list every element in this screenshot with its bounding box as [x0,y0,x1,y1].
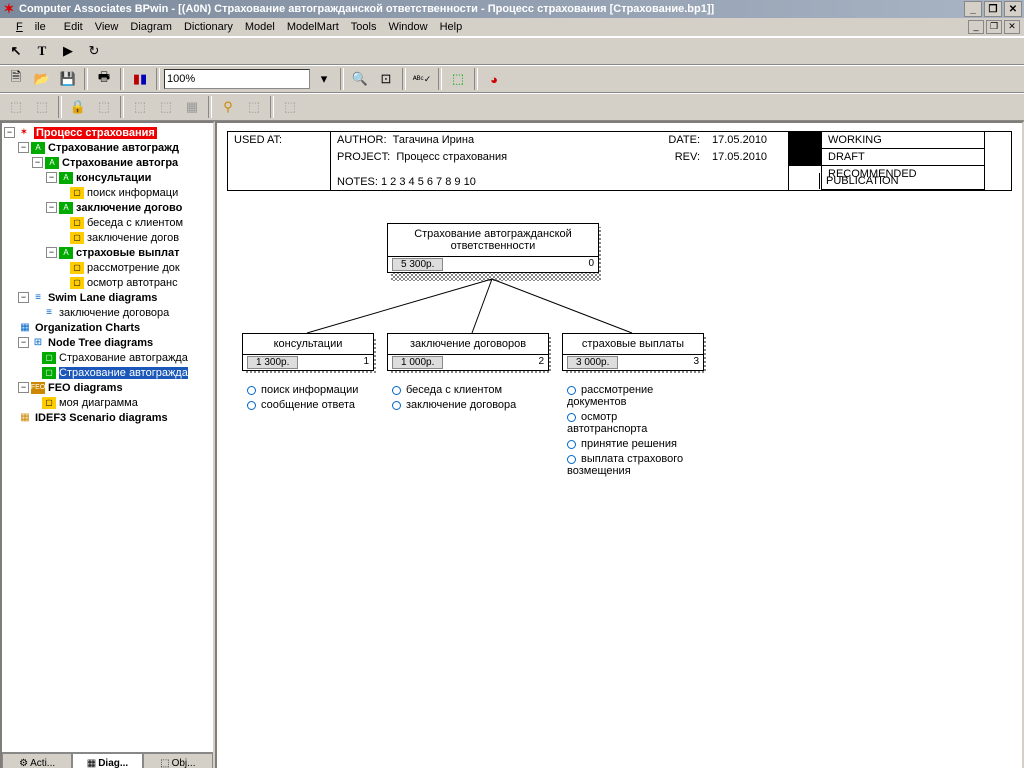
close-button[interactable]: ✕ [1004,1,1022,17]
menu-dictionary[interactable]: Dictionary [178,20,239,34]
toolbar-2: 🗎 📂 💾 🖶 ▮▮ ▾ 🔍 ⊡ ᴬᴮᶜ✓ ⬚ ◕ [0,65,1024,93]
menu-view[interactable]: View [89,20,125,34]
tab-objects[interactable]: ⬚Obj... [143,753,213,768]
properties-icon[interactable]: ◕ [482,67,506,91]
menu-file[interactable]: File [4,20,58,34]
save-icon[interactable]: 💾 [56,67,80,91]
tb3-4[interactable]: ⬚ [92,95,116,119]
refresh-icon[interactable]: ↻ [82,39,106,63]
tree-item-selected[interactable]: Страхование автогражда [59,367,188,379]
app-icon: ✶ [2,2,16,16]
idef-header: USED AT: AUTHOR: Тагачина Ирина DATE:17.… [227,131,1012,191]
mdi-restore[interactable]: ❐ [986,20,1002,34]
toolbar-3: ⬚ ⬚ 🔒 ⬚ ⬚ ⬚ ▦ ⚲ ⬚ ⬚ [0,93,1024,121]
tree-item[interactable]: Страхование автогра [62,157,178,169]
tb3-7[interactable]: ▦ [180,95,204,119]
tree-item[interactable]: FEO diagrams [48,382,123,394]
tree-root[interactable]: Процесс страхования [34,127,157,139]
tree-item[interactable]: страховые выплат [76,247,180,259]
tab-diagrams[interactable]: ▦Diag... [72,753,142,768]
tab-activities[interactable]: ⚙Acti... [2,753,72,768]
tree-item[interactable]: консультации [76,172,151,184]
tb3-9[interactable]: ⬚ [242,95,266,119]
tree-item[interactable]: заключение догов [87,232,179,244]
print-icon[interactable]: 🖶 [92,67,116,91]
zoom-fit-icon[interactable]: ⊡ [374,67,398,91]
mdi-minimize[interactable]: _ [968,20,984,34]
menu-help[interactable]: Help [434,20,469,34]
menu-bar: File Edit View Diagram Dictionary Model … [0,18,1024,37]
bullets-1: поиск информациисообщение ответа [247,381,387,414]
child-node-3[interactable]: страховые выплаты 3 000р.3 [562,333,704,371]
spellcheck-icon[interactable]: ᴬᴮᶜ✓ [410,67,434,91]
tree-item[interactable]: беседа с клиентом [87,217,183,229]
tb3-2[interactable]: ⬚ [30,95,54,119]
lock-icon[interactable]: 🔒 [66,95,90,119]
tree-item[interactable]: рассмотрение док [87,262,180,274]
open-icon[interactable]: 📂 [30,67,54,91]
tree-item[interactable]: моя диаграмма [59,397,138,409]
used-at-label: USED AT: [228,132,331,190]
window-titlebar: ✶ Computer Associates BPwin - [(A0N) Стр… [0,0,1024,18]
model-explorer: −✶Процесс страхования −AСтрахование авто… [0,121,215,768]
maximize-button[interactable]: ❐ [984,1,1002,17]
menu-window[interactable]: Window [382,20,433,34]
tb3-5[interactable]: ⬚ [128,95,152,119]
tree-item[interactable]: осмотр автотранс [87,277,178,289]
tb3-8[interactable]: ⚲ [216,95,240,119]
window-title: Computer Associates BPwin - [(A0N) Страх… [19,3,714,15]
tree-item[interactable]: Organization Charts [35,322,140,334]
tree-view[interactable]: −✶Процесс страхования −AСтрахование авто… [2,123,213,752]
model-explorer-icon[interactable]: ⬚ [446,67,470,91]
zoom-in-icon[interactable]: 🔍 [348,67,372,91]
zoom-dropdown[interactable]: ▾ [312,67,336,91]
mdi-close[interactable]: ✕ [1004,20,1020,34]
play-icon[interactable]: ▶ [56,39,80,63]
expand-icon[interactable]: − [4,127,15,138]
zoom-combo[interactable] [164,69,310,89]
report-icon[interactable]: ▮▮ [128,67,152,91]
child-node-1[interactable]: консультации 1 300р.1 [242,333,374,371]
tree-item[interactable]: Страхование автогражда [59,352,188,364]
child-node-2[interactable]: заключение договоров 1 000р.2 [387,333,549,371]
tree-item[interactable]: Swim Lane diagrams [48,292,157,304]
new-icon[interactable]: 🗎 [4,67,28,91]
tree-item[interactable]: заключение догово [76,202,182,214]
tb3-1[interactable]: ⬚ [4,95,28,119]
text-tool[interactable]: T [30,39,54,63]
tree-item[interactable]: Страхование автогражд [48,142,179,154]
toolbar-1: ↖ T ▶ ↻ [0,37,1024,65]
tree-item[interactable]: поиск информаци [87,187,178,199]
diagram-canvas[interactable]: USED AT: AUTHOR: Тагачина Ирина DATE:17.… [215,121,1024,768]
menu-tools[interactable]: Tools [345,20,383,34]
bullets-2: беседа с клиентомзаключение договора [392,381,552,414]
tree-item[interactable]: IDEF3 Scenario diagrams [35,412,168,424]
tb3-6[interactable]: ⬚ [154,95,178,119]
menu-model[interactable]: Model [239,20,281,34]
bullets-3: рассмотрение документов осмотр автотранс… [567,381,687,480]
tree-item[interactable]: Node Tree diagrams [48,337,153,349]
sidebar-tabs: ⚙Acti... ▦Diag... ⬚Obj... [2,752,213,768]
pointer-tool[interactable]: ↖ [4,39,28,63]
menu-diagram[interactable]: Diagram [124,20,178,34]
tb3-10[interactable]: ⬚ [278,95,302,119]
menu-edit[interactable]: Edit [58,20,89,34]
menu-modelmart[interactable]: ModelMart [281,20,345,34]
minimize-button[interactable]: _ [964,1,982,17]
tree-item[interactable]: заключение договора [59,307,169,319]
